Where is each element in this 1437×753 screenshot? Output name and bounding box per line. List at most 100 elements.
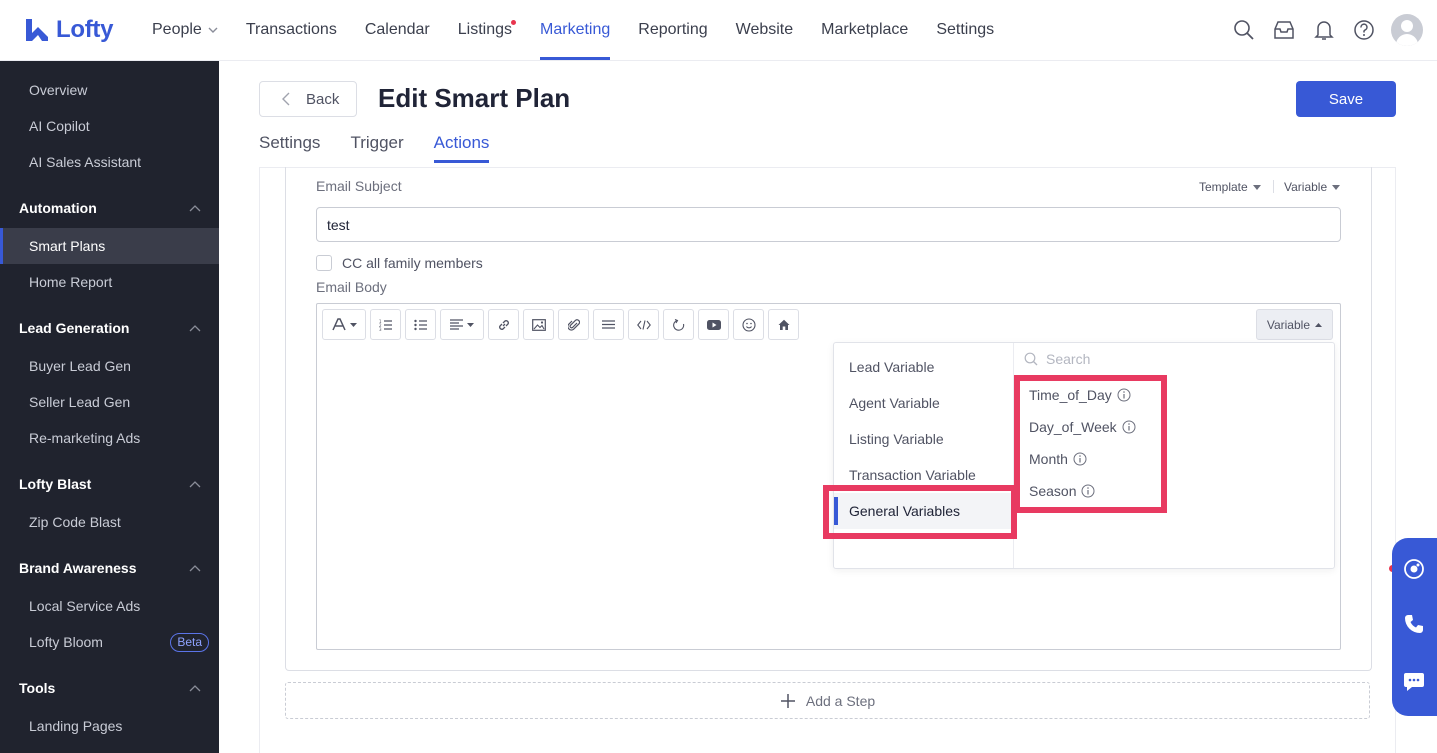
nav-marketing[interactable]: Marketing (526, 0, 624, 60)
caret-up-icon (1315, 322, 1322, 327)
lofty-logo-icon (26, 19, 48, 41)
cc-family-checkbox[interactable]: CC all family members (316, 255, 483, 271)
info-icon[interactable] (1081, 484, 1095, 498)
nav-calendar[interactable]: Calendar (351, 0, 444, 60)
variable-category-transaction[interactable]: Transaction Variable (834, 457, 1013, 493)
sidebar-item-home-report[interactable]: Home Report (0, 264, 219, 300)
subject-variable-dropdown[interactable]: Variable (1284, 180, 1341, 194)
sidebar-group-lofty-blast[interactable]: Lofty Blast (0, 464, 219, 504)
chat-icon[interactable] (1401, 669, 1427, 695)
avatar[interactable] (1391, 14, 1423, 46)
nav-website[interactable]: Website (722, 0, 808, 60)
sidebar-item-local-service-ads[interactable]: Local Service Ads (0, 588, 219, 624)
template-dropdown-label: Template (1199, 180, 1248, 194)
variable-option-season[interactable]: Season (1029, 475, 1136, 507)
bell-icon[interactable] (1311, 14, 1337, 46)
variable-option-month[interactable]: Month (1029, 443, 1136, 475)
home-button[interactable] (768, 309, 799, 340)
nav-listings[interactable]: Listings (444, 0, 526, 60)
help-icon[interactable] (1351, 14, 1377, 46)
sidebar-group-lead-generation[interactable]: Lead Generation (0, 308, 219, 348)
sidebar-item-label: Landing Pages (29, 718, 123, 734)
nav-settings[interactable]: Settings (922, 0, 1008, 60)
sidebar-item-label: Buyer Lead Gen (29, 358, 131, 374)
phone-icon[interactable] (1401, 611, 1427, 637)
sidebar-group-tools[interactable]: Tools (0, 668, 219, 708)
sidebar-item-ai-sales-assistant[interactable]: AI Sales Assistant (0, 144, 219, 180)
add-step-button[interactable]: Add a Step (285, 682, 1370, 719)
sidebar-group-title: Tools (19, 680, 56, 696)
sidebar-item-smart-plans[interactable]: Smart Plans (0, 228, 219, 264)
sidebar-item-lofty-bloom[interactable]: Lofty Bloom Beta (0, 624, 219, 660)
sidebar-group-automation[interactable]: Automation (0, 188, 219, 228)
variable-option-label: Season (1029, 483, 1077, 499)
variable-category-agent[interactable]: Agent Variable (834, 385, 1013, 421)
nav-marketplace[interactable]: Marketplace (807, 0, 922, 60)
variable-option-time-of-day[interactable]: Time_of_Day (1029, 379, 1136, 411)
video-button[interactable] (698, 309, 729, 340)
lofty-logo[interactable]: Lofty (24, 16, 113, 44)
variable-popover: Lead Variable Agent Variable Listing Var… (833, 342, 1335, 569)
attachment-button[interactable] (558, 309, 589, 340)
template-dropdown[interactable]: Template (1199, 180, 1261, 194)
code-icon (636, 319, 651, 330)
email-subject-input[interactable]: test (316, 207, 1341, 242)
sidebar-group-brand-awareness[interactable]: Brand Awareness (0, 548, 219, 588)
variable-option-day-of-week[interactable]: Day_of_Week (1029, 411, 1136, 443)
font-style-button[interactable] (322, 309, 366, 340)
sidebar-item-zip-code-blast[interactable]: Zip Code Blast (0, 504, 219, 540)
actions-panel: Email Subject Template Variable test CC … (259, 167, 1396, 753)
checkbox[interactable] (316, 255, 332, 271)
variable-category-general[interactable]: General Variables (834, 493, 1013, 529)
tab-trigger[interactable]: Trigger (350, 133, 403, 163)
back-button[interactable]: Back (259, 81, 357, 117)
save-button[interactable]: Save (1296, 81, 1396, 117)
assistant-icon[interactable] (1401, 556, 1427, 582)
variable-category-listing[interactable]: Listing Variable (834, 421, 1013, 457)
nav-transactions[interactable]: Transactions (232, 0, 351, 60)
info-icon[interactable] (1122, 420, 1136, 434)
info-icon[interactable] (1073, 452, 1087, 466)
sidebar-item-label: Lofty Bloom (29, 634, 103, 650)
plus-icon (780, 693, 795, 708)
sidebar-item-overview[interactable]: Overview (0, 72, 219, 108)
info-icon[interactable] (1117, 388, 1131, 402)
tab-settings[interactable]: Settings (259, 133, 320, 163)
ordered-list-button[interactable]: 123 (370, 309, 401, 340)
link-icon (498, 319, 509, 330)
email-subject-label: Email Subject (316, 178, 402, 194)
sidebar-item-ai-copilot[interactable]: AI Copilot (0, 108, 219, 144)
nav-people[interactable]: People (138, 0, 232, 60)
floating-action-panel (1392, 538, 1437, 716)
bullet-list-icon (413, 319, 427, 330)
align-button[interactable] (440, 309, 484, 340)
sidebar-item-landing-pages[interactable]: Landing Pages (0, 708, 219, 744)
variable-search-input[interactable]: Search (1024, 351, 1090, 367)
image-button[interactable] (523, 309, 554, 340)
body-variable-dropdown[interactable]: Variable (1255, 309, 1333, 340)
email-body-editor[interactable]: 123 Variable Lead Variable Agent Variabl… (316, 303, 1341, 650)
sidebar-item-label: Re-marketing Ads (29, 430, 141, 446)
beta-badge: Beta (170, 633, 209, 652)
variable-option-label: Month (1029, 451, 1068, 467)
notification-dot (511, 20, 517, 25)
caret-down-icon (1332, 184, 1341, 190)
logo-text: Lofty (56, 16, 114, 43)
inbox-icon[interactable] (1271, 14, 1297, 46)
link-button[interactable] (488, 309, 519, 340)
nav-reporting[interactable]: Reporting (624, 0, 721, 60)
tab-actions[interactable]: Actions (433, 133, 489, 163)
sidebar-item-label: AI Copilot (29, 118, 90, 134)
undo-button[interactable] (663, 309, 694, 340)
sidebar-item-remarketing-ads[interactable]: Re-marketing Ads (0, 420, 219, 456)
sidebar-item-buyer-lead-gen[interactable]: Buyer Lead Gen (0, 348, 219, 384)
variable-category-lead[interactable]: Lead Variable (834, 349, 1013, 385)
code-button[interactable] (628, 309, 659, 340)
chevron-up-icon (189, 324, 201, 331)
body-variable-label: Variable (1266, 317, 1310, 332)
emoji-button[interactable] (733, 309, 764, 340)
search-icon[interactable] (1231, 14, 1257, 46)
bullet-list-button[interactable] (405, 309, 436, 340)
divider-button[interactable] (593, 309, 624, 340)
sidebar-item-seller-lead-gen[interactable]: Seller Lead Gen (0, 384, 219, 420)
